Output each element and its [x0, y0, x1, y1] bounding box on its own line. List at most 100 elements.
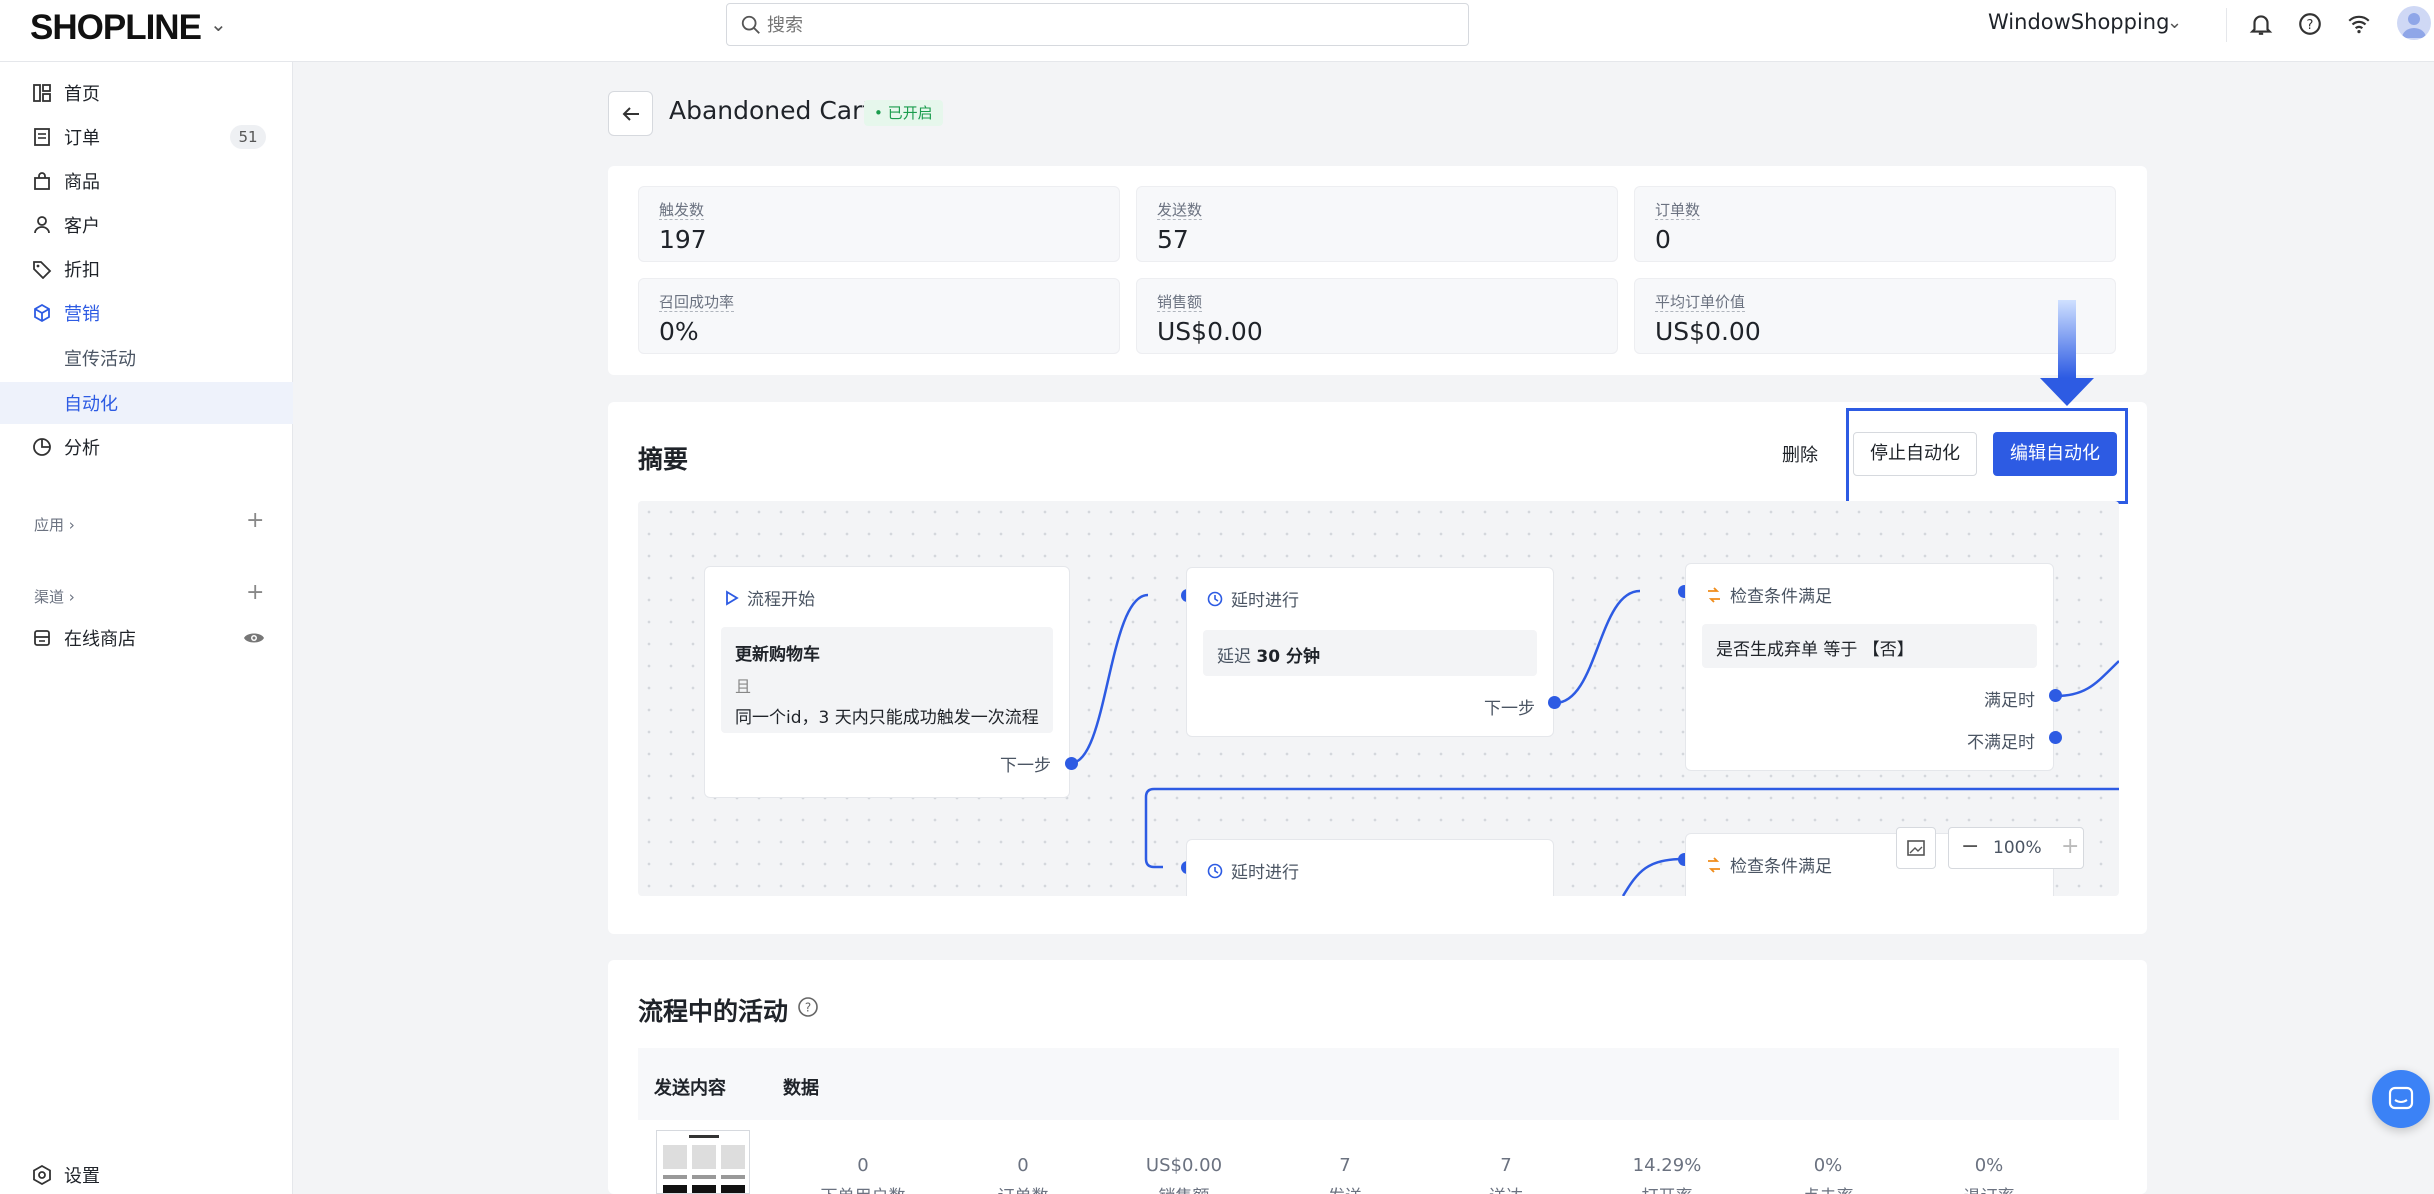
- stat-sales: 销售额 US$0.00: [1136, 278, 1618, 354]
- node-head-label: 检查条件满足: [1730, 857, 1832, 877]
- clock-icon: [1207, 863, 1223, 878]
- delay-text: 延迟 30 分钟: [1217, 642, 1320, 667]
- sidebar-item-campaigns[interactable]: 宣传活动: [0, 337, 293, 379]
- sidebar-item-discounts[interactable]: 折扣: [0, 248, 293, 290]
- store-icon: [34, 630, 50, 646]
- divider: [2226, 8, 2227, 42]
- metric-label[interactable]: 销售额: [1124, 1182, 1244, 1194]
- metric-label[interactable]: 点击率: [1768, 1182, 1888, 1194]
- metric-label[interactable]: 退订率: [1929, 1182, 2049, 1194]
- stat-label[interactable]: 发送数: [1157, 201, 1203, 220]
- stat-value: US$0.00: [1655, 317, 1761, 346]
- channels-group-label[interactable]: 渠道 ›: [34, 586, 75, 607]
- node-header: 检查条件满足: [1706, 852, 1832, 877]
- metric-label[interactable]: 订单数: [963, 1182, 1083, 1194]
- zoom-out-button[interactable]: −: [1961, 834, 1979, 859]
- chat-icon: [2388, 1086, 2414, 1110]
- help-icon[interactable]: ?: [797, 996, 819, 1018]
- metric-value: US$0.00: [1145, 1155, 1223, 1176]
- svg-text:?: ?: [2307, 18, 2314, 33]
- store-selector[interactable]: WindowShopping: [1988, 10, 2169, 34]
- metric-value: 0%: [1813, 1155, 1843, 1176]
- flow-delay-node[interactable]: 延时进行 延迟 30 分钟 下一步: [1186, 567, 1554, 737]
- stat-label[interactable]: 触发数: [659, 201, 705, 220]
- sidebar-item-products[interactable]: 商品: [0, 160, 293, 202]
- trigger-title: 更新购物车: [735, 645, 820, 665]
- metric-value: 14.29%: [1632, 1155, 1702, 1176]
- next-step-label: 下一步: [1484, 699, 1535, 719]
- delay-value: 30 分钟: [1256, 647, 1320, 667]
- bell-icon[interactable]: [2248, 11, 2274, 37]
- metric-label[interactable]: 发送: [1285, 1182, 1405, 1194]
- email-thumbnail[interactable]: [656, 1130, 750, 1194]
- zoom-control: − 100% +: [1948, 827, 2084, 869]
- svg-text:?: ?: [805, 1001, 811, 1015]
- channels-label: 渠道: [34, 588, 65, 606]
- add-channel-button[interactable]: +: [246, 580, 264, 605]
- delay-prefix: 延迟: [1217, 647, 1251, 667]
- stat-label[interactable]: 平均订单价值: [1655, 293, 1746, 312]
- chat-support-button[interactable]: [2372, 1070, 2430, 1128]
- col-send-content: 发送内容: [654, 1078, 726, 1099]
- metric-label[interactable]: 打开率: [1607, 1182, 1727, 1194]
- marketing-icon: [34, 303, 50, 323]
- node-header: 流程开始: [725, 585, 815, 610]
- metric-label[interactable]: 送达: [1446, 1182, 1566, 1194]
- sidebar-item-label: 宣传活动: [64, 349, 136, 370]
- shopline-logo[interactable]: SHOPLINE: [30, 8, 202, 48]
- zoom-level: 100%: [1993, 838, 2042, 858]
- sidebar-item-customers[interactable]: 客户: [0, 204, 293, 246]
- node-header: 延时进行: [1207, 586, 1299, 611]
- sidebar-item-analytics[interactable]: 分析: [0, 426, 293, 468]
- sidebar-item-settings[interactable]: 设置: [0, 1154, 293, 1194]
- sidebar-item-home[interactable]: 首页: [0, 72, 293, 114]
- delete-button[interactable]: 删除: [1782, 441, 1818, 467]
- sidebar-item-marketing[interactable]: 营销: [0, 292, 293, 334]
- sidebar-item-online-store[interactable]: 在线商店: [0, 617, 293, 659]
- search-input[interactable]: [767, 11, 1447, 39]
- connector-dot[interactable]: [1065, 757, 1078, 770]
- apps-label: 应用: [34, 516, 65, 534]
- status-label: 已开启: [887, 104, 933, 122]
- activities-title: 流程中的活动: [638, 997, 789, 1026]
- metric-value: 0: [857, 1155, 869, 1176]
- chevron-down-icon[interactable]: ⌄: [210, 12, 227, 36]
- fit-view-button[interactable]: [1896, 827, 1936, 869]
- metric-label[interactable]: 下单用户数: [803, 1182, 923, 1194]
- sidebar-item-label: 营销: [64, 304, 100, 325]
- trigger-and: 且: [735, 677, 752, 696]
- bag-icon: [34, 172, 50, 190]
- connector-dot[interactable]: [1548, 696, 1561, 709]
- connector-dot[interactable]: [2049, 731, 2062, 744]
- stats-card: 触发数 197 发送数 57 订单数 0 召回成功率 0% 销售额 US$0.0…: [608, 166, 2147, 375]
- fit-screen-icon: [1907, 840, 1925, 856]
- stat-orders: 订单数 0: [1634, 186, 2116, 262]
- sidebar-item-label: 首页: [64, 84, 100, 105]
- arrow-left-icon: [622, 106, 639, 121]
- user-avatar-icon: [2402, 13, 2426, 38]
- chevron-down-icon[interactable]: ⌄: [2167, 12, 2182, 33]
- search-box[interactable]: [726, 3, 1469, 46]
- stat-label[interactable]: 订单数: [1655, 201, 1701, 220]
- trigger-rule: 同一个id，3 天内只能成功触发一次流程: [735, 708, 1039, 728]
- zoom-in-button[interactable]: +: [2061, 834, 2079, 859]
- connector-dot[interactable]: [2049, 689, 2062, 702]
- eye-icon[interactable]: [243, 630, 265, 646]
- flow-condition-node[interactable]: 检查条件满足 是否生成弃单 等于 【否】 满足时 不满足时: [1685, 563, 2054, 771]
- help-icon[interactable]: ?: [2297, 11, 2323, 37]
- node-body: 更新购物车 且 同一个id，3 天内只能成功触发一次流程: [721, 627, 1053, 733]
- node-head-label: 延时进行: [1231, 863, 1299, 883]
- metric-value: 7: [1339, 1155, 1351, 1176]
- stat-label[interactable]: 召回成功率: [659, 293, 735, 312]
- wifi-icon[interactable]: [2346, 11, 2372, 37]
- add-app-button[interactable]: +: [246, 508, 264, 533]
- flow-delay-node-2[interactable]: 延时进行: [1186, 839, 1554, 896]
- apps-group-label[interactable]: 应用 ›: [34, 514, 75, 535]
- sidebar-item-automation[interactable]: 自动化: [0, 382, 293, 424]
- chevron-right-icon: ›: [68, 516, 75, 534]
- back-button[interactable]: [608, 91, 653, 136]
- stat-label[interactable]: 销售额: [1157, 293, 1203, 312]
- sidebar-item-orders[interactable]: 订单 51: [0, 116, 293, 158]
- avatar[interactable]: [2397, 6, 2431, 40]
- flow-start-node[interactable]: 流程开始 更新购物车 且 同一个id，3 天内只能成功触发一次流程 下一步: [704, 566, 1070, 798]
